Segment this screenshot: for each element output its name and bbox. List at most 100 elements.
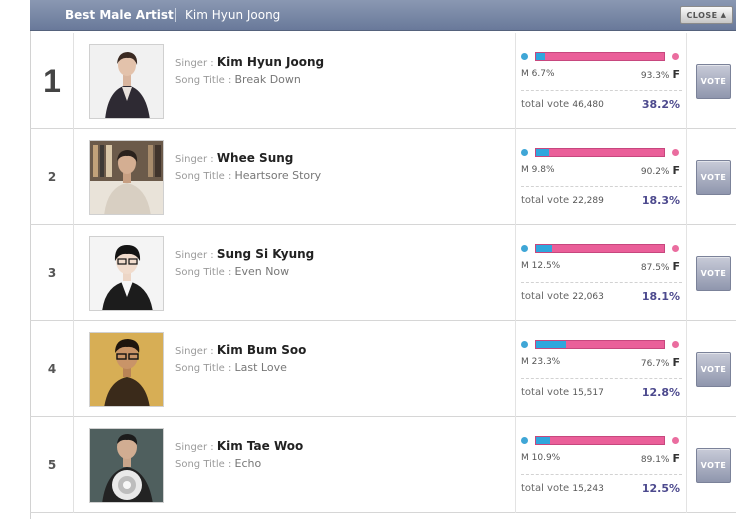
female-percent-value: 93.3% bbox=[640, 71, 670, 81]
singer-label: Singer : bbox=[175, 154, 217, 165]
gender-ratio-bar bbox=[535, 52, 665, 61]
female-percent: 87.5% F bbox=[641, 260, 680, 273]
gender-ratio-bar bbox=[535, 148, 665, 157]
male-percent-value: 23.3% bbox=[531, 357, 561, 367]
male-ratio-fill bbox=[536, 437, 550, 444]
rank-number: 2 bbox=[47, 170, 57, 184]
stats-divider bbox=[521, 186, 682, 187]
male-percent: M 9.8% bbox=[521, 165, 555, 175]
song-title-label: Song Title : bbox=[175, 171, 235, 182]
male-percent-value: 10.9% bbox=[531, 453, 561, 463]
rank-cell: 1 bbox=[30, 33, 74, 129]
artist-photo[interactable] bbox=[89, 428, 164, 503]
category-header: Best Male Artist Kim Hyun Joong CLOSE ▲ bbox=[30, 0, 736, 31]
artist-photo[interactable] bbox=[89, 140, 164, 215]
female-label: F bbox=[672, 164, 680, 177]
female-label: F bbox=[672, 260, 680, 273]
male-label: M bbox=[521, 69, 532, 79]
vote-button[interactable]: VOTE bbox=[696, 160, 731, 195]
male-dot-icon bbox=[521, 149, 528, 156]
vote-share: 18.3% bbox=[641, 194, 680, 207]
close-button[interactable]: CLOSE ▲ bbox=[680, 6, 733, 24]
rank-number: 3 bbox=[47, 266, 57, 280]
total-vote-count: 15,243 bbox=[572, 484, 604, 494]
singer-name[interactable]: Kim Hyun Joong bbox=[217, 55, 324, 69]
singer-name[interactable]: Sung Si Kyung bbox=[217, 247, 314, 261]
total-vote: total vote 15,517 bbox=[521, 387, 604, 398]
artist-photo[interactable] bbox=[89, 332, 164, 407]
male-label: M bbox=[521, 261, 532, 271]
male-dot-icon bbox=[521, 341, 528, 348]
artist-info: Singer : Whee Sung Song Title : Heartsor… bbox=[175, 149, 495, 185]
total-vote: total vote 22,289 bbox=[521, 195, 604, 206]
collapse-arrow-icon: ▲ bbox=[720, 11, 727, 19]
male-dot-icon bbox=[521, 245, 528, 252]
total-vote-label: total vote bbox=[521, 483, 573, 494]
female-percent-value: 89.1% bbox=[640, 455, 670, 465]
male-percent: M 12.5% bbox=[521, 261, 560, 271]
stats-divider bbox=[521, 474, 682, 475]
singer-label: Singer : bbox=[175, 58, 217, 69]
female-percent: 76.7% F bbox=[641, 356, 680, 369]
song-title-label: Song Title : bbox=[175, 459, 235, 470]
male-dot-icon bbox=[521, 53, 528, 60]
male-ratio-fill bbox=[536, 245, 552, 252]
song-title-label: Song Title : bbox=[175, 75, 235, 86]
artist-photo[interactable] bbox=[89, 44, 164, 119]
rank-number: 5 bbox=[47, 458, 57, 472]
male-percent: M 23.3% bbox=[521, 357, 560, 367]
stats-divider bbox=[521, 378, 682, 379]
vote-button[interactable]: VOTE bbox=[696, 352, 731, 387]
total-vote-count: 22,289 bbox=[572, 196, 604, 206]
vote-share: 12.5% bbox=[641, 482, 680, 495]
rank-cell: 5 bbox=[30, 417, 74, 513]
vote-share: 18.1% bbox=[641, 290, 680, 303]
female-percent-value: 87.5% bbox=[640, 263, 670, 273]
song-title: Break Down bbox=[234, 73, 301, 86]
total-vote-count: 46,480 bbox=[572, 100, 604, 110]
ranking-row: 1 Singer : Kim Hyun Joong Song Title : B… bbox=[30, 33, 736, 129]
female-dot-icon bbox=[672, 341, 679, 348]
vote-button[interactable]: VOTE bbox=[696, 64, 731, 99]
vote-share: 12.8% bbox=[641, 386, 680, 399]
total-vote-label: total vote bbox=[521, 195, 573, 206]
singer-name[interactable]: Whee Sung bbox=[217, 151, 294, 165]
rank-cell: 3 bbox=[30, 225, 74, 321]
song-title: Even Now bbox=[234, 265, 290, 278]
total-vote-label: total vote bbox=[521, 99, 573, 110]
male-label: M bbox=[521, 165, 532, 175]
female-label: F bbox=[672, 356, 680, 369]
total-vote-count: 15,517 bbox=[572, 388, 604, 398]
singer-label: Singer : bbox=[175, 250, 217, 261]
male-ratio-fill bbox=[536, 341, 566, 348]
ranking-row: 3 Singer : Sung Si Kyung Song Title : Ev… bbox=[30, 225, 736, 321]
female-percent-value: 76.7% bbox=[640, 359, 670, 369]
male-label: M bbox=[521, 357, 532, 367]
singer-name[interactable]: Kim Tae Woo bbox=[217, 439, 303, 453]
female-dot-icon bbox=[672, 149, 679, 156]
song-title: Last Love bbox=[234, 361, 287, 374]
male-label: M bbox=[521, 453, 532, 463]
vote-stats: M 23.3% 76.7% F total vote 15,517 12.8% bbox=[515, 321, 687, 417]
vote-stats: M 10.9% 89.1% F total vote 15,243 12.5% bbox=[515, 417, 687, 513]
ranking-row: 2 Singer : Whee Sung Song Title : Hearts… bbox=[30, 129, 736, 225]
female-label: F bbox=[672, 452, 680, 465]
vote-button[interactable]: VOTE bbox=[696, 256, 731, 291]
total-vote: total vote 46,480 bbox=[521, 99, 604, 110]
song-title-label: Song Title : bbox=[175, 363, 235, 374]
singer-label: Singer : bbox=[175, 442, 217, 453]
gender-ratio-bar bbox=[535, 340, 665, 349]
vote-share: 38.2% bbox=[641, 98, 680, 111]
ranking-row: 4 Singer : Kim Bum Soo Song Title : Last… bbox=[30, 321, 736, 417]
artist-photo[interactable] bbox=[89, 236, 164, 311]
singer-name[interactable]: Kim Bum Soo bbox=[217, 343, 307, 357]
song-title: Heartsore Story bbox=[234, 169, 322, 182]
artist-info: Singer : Sung Si Kyung Song Title : Even… bbox=[175, 245, 495, 281]
artist-info: Singer : Kim Bum Soo Song Title : Last L… bbox=[175, 341, 495, 377]
rank-number: 4 bbox=[47, 362, 57, 376]
gender-ratio-bar bbox=[535, 244, 665, 253]
rank-cell: 4 bbox=[30, 321, 74, 417]
female-dot-icon bbox=[672, 245, 679, 252]
header-separator bbox=[175, 8, 176, 22]
vote-button[interactable]: VOTE bbox=[696, 448, 731, 483]
